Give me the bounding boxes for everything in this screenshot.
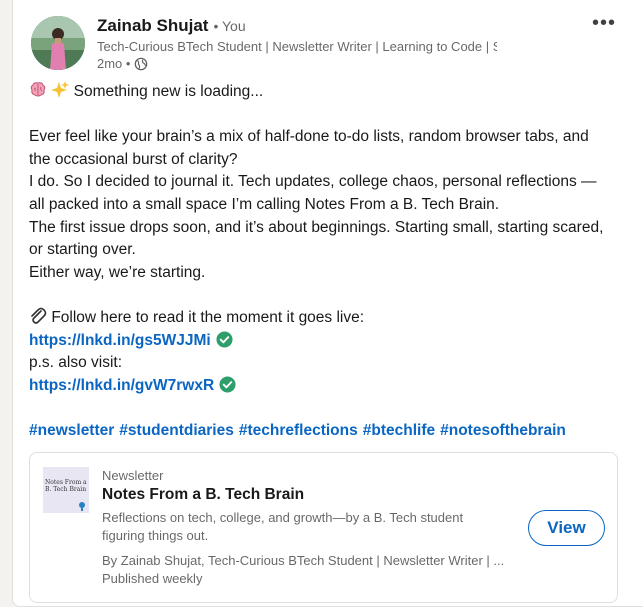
post-text-line: the occasional burst of clarity? [29, 150, 238, 168]
verified-check-icon [219, 376, 236, 393]
avatar-photo [31, 16, 85, 70]
newsletter-kind: Newsletter [102, 468, 164, 483]
newsletter-byline: By Zainab Shujat, Tech-Curious BTech Stu… [102, 553, 505, 568]
follow-line: Follow here to read it the moment it goe… [29, 307, 629, 330]
more-options-button[interactable]: ••• [589, 10, 619, 36]
newsletter-link[interactable]: https://lnkd.in/gs5WJJMi [29, 332, 211, 349]
hashtag-link[interactable]: #techreflections [239, 420, 358, 443]
author-name-row: Zainab Shujat • You [97, 16, 246, 38]
link-line: https://lnkd.in/gs5WJJMi [29, 330, 629, 353]
author-avatar[interactable] [31, 16, 85, 70]
globe-icon [135, 57, 148, 70]
newsletter-description-line: Reflections on tech, college, and growth… [102, 510, 464, 525]
hashtag-link[interactable]: #studentdiaries [119, 420, 234, 443]
author-name[interactable]: Zainab Shujat [97, 16, 208, 36]
bulb-doodle-icon [79, 502, 85, 511]
newsletter-description-line: figuring things out. [102, 528, 209, 543]
link-line: https://lnkd.in/gvW7rwxR [29, 375, 629, 398]
visit-link[interactable]: https://lnkd.in/gvW7rwxR [29, 377, 214, 394]
newsletter-card[interactable]: Notes From a B. Tech Brain Newsletter No… [29, 452, 618, 603]
more-icon: ••• [591, 12, 616, 34]
hashtag-link[interactable]: #notesofthebrain [440, 420, 566, 443]
post-text-line: Ever feel like your brain’s a mix of hal… [29, 128, 589, 146]
hashtag-link[interactable]: #newsletter [29, 420, 114, 443]
brain-icon [30, 82, 46, 97]
newsletter-thumbnail[interactable]: Notes From a B. Tech Brain [43, 467, 89, 513]
post-text-line: all packed into a small space I’m callin… [29, 195, 500, 213]
post-text-line: The first issue drops soon, and it’s abo… [29, 218, 604, 236]
sparkles-icon [51, 81, 70, 98]
post-text-line: or starting over. [29, 241, 136, 259]
author-headline: Tech-Curious BTech Student | Newsletter … [97, 39, 497, 54]
follow-text: Follow here to read it the moment it goe… [51, 308, 365, 326]
verified-check-icon [216, 331, 233, 348]
paperclip-icon [31, 307, 47, 324]
newsletter-description: Reflections on tech, college, and growth… [102, 509, 502, 545]
post-card: Zainab Shujat • You Tech-Curious BTech S… [12, 0, 643, 607]
hashtag-row: #newsletter #studentdiaries #techreflect… [29, 420, 629, 443]
newsletter-frequency: Published weekly [102, 571, 203, 586]
post-intro: Something new is loading... [73, 83, 264, 100]
view-button[interactable]: View [528, 510, 605, 546]
ps-line: p.s. also visit: [29, 354, 123, 372]
post-meta: 2mo • [97, 56, 148, 71]
hashtag-link[interactable]: #btechlife [363, 420, 435, 443]
post-text-line: Either way, we’re starting. [29, 263, 206, 281]
post-intro-line: Something new is loading... [29, 81, 629, 104]
post-time: 2mo • [97, 56, 131, 71]
post-text-line: I do. So I decided to journal it. Tech u… [29, 173, 597, 191]
author-relation: • You [213, 18, 246, 34]
newsletter-title[interactable]: Notes From a B. Tech Brain [102, 486, 304, 504]
post-body: Something new is loading... Ever feel li… [29, 81, 629, 443]
